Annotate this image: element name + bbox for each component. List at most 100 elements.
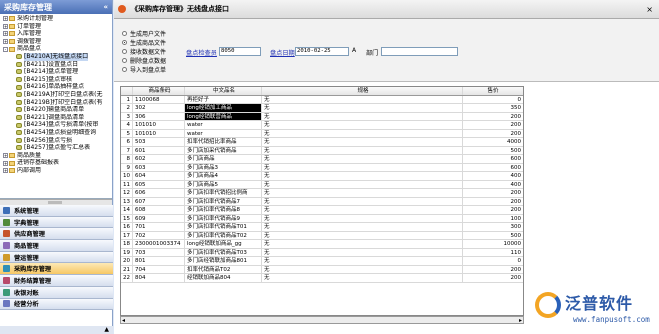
table-cell[interactable]: 多门店商品3 xyxy=(185,163,262,171)
radio-button-icon[interactable] xyxy=(122,67,127,72)
table-cell[interactable]: 20 xyxy=(121,257,133,265)
table-cell[interactable]: 200 xyxy=(463,274,523,282)
tree-leaf-item[interactable]: [B4257]盘点盈亏汇总表 xyxy=(0,144,112,152)
table-cell[interactable]: 500 xyxy=(463,147,523,155)
expand-toggle-icon[interactable]: + xyxy=(3,23,8,29)
table-cell[interactable]: 2300001003374 xyxy=(133,240,185,248)
tree-folder-item[interactable]: + 商品质量 xyxy=(0,152,112,160)
table-cell[interactable]: 604 xyxy=(133,172,185,180)
table-row[interactable]: 21 704 扣率代销商品T02 无 200 xyxy=(121,265,523,274)
table-cell[interactable]: 200 xyxy=(463,198,523,206)
radio-button-icon[interactable] xyxy=(122,31,127,36)
table-cell[interactable]: water xyxy=(185,129,262,137)
table-cell[interactable]: 801 xyxy=(133,257,185,265)
table-cell[interactable]: 再拒好子 xyxy=(185,95,262,103)
product-grid[interactable]: 商品条码 中文品名 规格 售价 1 1100068 再拒好子无 0 2 302 long经销加工商品… xyxy=(120,86,524,316)
table-cell[interactable]: 8 xyxy=(121,155,133,163)
table-cell[interactable]: 无 xyxy=(262,129,463,137)
option-radio[interactable]: 生成用户文件 xyxy=(122,29,166,38)
option-radio[interactable]: 导入到盘点单 xyxy=(122,65,166,74)
table-cell[interactable]: 10000 xyxy=(463,240,523,248)
column-header[interactable] xyxy=(121,87,133,95)
table-cell[interactable]: 21 xyxy=(121,265,133,273)
table-cell[interactable]: 16 xyxy=(121,223,133,231)
menu-button[interactable]: 系统管理 xyxy=(0,205,113,217)
table-cell[interactable]: 无 xyxy=(262,155,463,163)
table-cell[interactable]: 200 xyxy=(463,113,523,121)
table-cell[interactable]: 无 xyxy=(262,240,463,248)
table-cell[interactable]: 无 xyxy=(262,257,463,265)
table-cell[interactable]: 704 xyxy=(133,265,185,273)
table-cell[interactable]: 3 xyxy=(121,112,133,120)
table-cell[interactable]: 500 xyxy=(463,232,523,240)
expand-toggle-icon[interactable]: + xyxy=(3,31,8,37)
tree-leaf-item[interactable]: [B4215]盘点审核 xyxy=(0,76,112,84)
table-cell[interactable]: 701 xyxy=(133,223,185,231)
table-cell[interactable]: 扣率代销招比率商品 xyxy=(185,138,262,146)
table-row[interactable]: 12 606 多门店扣率代销招比例商无 200 xyxy=(121,189,523,198)
date-input[interactable]: 2010-02-25 xyxy=(295,47,349,56)
grid-horizontal-scrollbar[interactable] xyxy=(120,316,524,324)
table-cell[interactable]: 200 xyxy=(463,206,523,214)
table-cell[interactable]: 无 xyxy=(262,231,463,239)
table-cell[interactable]: 608 xyxy=(133,206,185,214)
tree-leaf-item[interactable]: [B4216]单品抽样盘点 xyxy=(0,83,112,91)
table-cell[interactable]: 多门店扣率代销商品T03 xyxy=(185,248,262,256)
menu-button[interactable]: 营运管理 xyxy=(0,251,113,264)
table-cell[interactable]: 300 xyxy=(463,223,523,231)
table-cell[interactable]: 2 xyxy=(121,104,133,112)
table-cell[interactable]: 601 xyxy=(133,146,185,154)
table-cell[interactable]: 1 xyxy=(121,95,133,103)
table-row[interactable]: 10 604 多门店商品4 无 400 xyxy=(121,172,523,181)
option-radio[interactable]: 生成商品文件 xyxy=(122,38,166,47)
tree-leaf-item[interactable]: [B4254]盘点损益明细查询 xyxy=(0,129,112,137)
table-row[interactable]: 13 607 多门店扣率代销商品7 无 200 xyxy=(121,197,523,206)
table-cell[interactable]: 无 xyxy=(262,197,463,205)
table-cell[interactable]: long经销加工商品 xyxy=(185,104,262,112)
tree-leaf-item[interactable]: [B4221]调盘商品清单 xyxy=(0,114,112,122)
table-row[interactable]: 17 702 多门店扣率代销商品T02 无 500 xyxy=(121,231,523,240)
table-cell[interactable]: 101010 xyxy=(133,121,185,129)
table-cell[interactable]: 无 xyxy=(262,180,463,188)
table-cell[interactable]: 100 xyxy=(463,215,523,223)
menu-button[interactable]: 经营分析 xyxy=(0,298,113,311)
dept-input[interactable] xyxy=(381,47,458,56)
tree-leaf-item[interactable]: [B4219B]打印空白盘点表(有 xyxy=(0,99,112,107)
tree-folder-item[interactable]: + 订单管理 xyxy=(0,23,112,31)
menu-scroll-button[interactable]: ▲ xyxy=(0,326,113,334)
radio-button-icon[interactable] xyxy=(122,49,127,54)
table-cell[interactable]: 200 xyxy=(463,121,523,129)
table-cell[interactable]: 无 xyxy=(262,214,463,222)
expand-toggle-icon[interactable]: + xyxy=(3,152,8,158)
table-cell[interactable]: 无 xyxy=(262,265,463,273)
date-picker-button[interactable]: A xyxy=(352,47,360,56)
tree-leaf-item[interactable]: [B4256]盘点亏损 xyxy=(0,137,112,145)
expand-toggle-icon[interactable]: + xyxy=(3,160,8,166)
option-radio[interactable]: 接收数据文件 xyxy=(122,47,166,56)
expand-toggle-icon[interactable]: + xyxy=(3,168,8,174)
table-cell[interactable]: 无 xyxy=(262,189,463,197)
tree-folder-item[interactable]: + 入库管理 xyxy=(0,30,112,38)
table-cell[interactable]: 无 xyxy=(262,95,463,103)
table-row[interactable]: 1 1100068 再拒好子无 0 xyxy=(121,95,523,104)
table-cell[interactable]: 6 xyxy=(121,138,133,146)
table-cell[interactable]: 804 xyxy=(133,274,185,282)
table-cell[interactable]: 5 xyxy=(121,129,133,137)
table-cell[interactable]: 多门店加采代销商品 xyxy=(185,146,262,154)
table-row[interactable]: 19 703 多门店扣率代销商品T03 无 110 xyxy=(121,248,523,257)
table-cell[interactable]: water xyxy=(185,121,262,129)
table-cell[interactable]: 22 xyxy=(121,274,133,282)
column-header[interactable]: 售价 xyxy=(463,87,523,95)
table-cell[interactable]: long经销联加商品_gg xyxy=(185,240,262,248)
table-cell[interactable]: 400 xyxy=(463,181,523,189)
table-cell[interactable]: 0 xyxy=(463,257,523,265)
table-row[interactable]: 8 602 多门店商品无 600 xyxy=(121,155,523,164)
table-row[interactable]: 22 804 经销联加商品804 无 200 xyxy=(121,274,523,283)
table-cell[interactable]: 多门店经销联加商品801 xyxy=(185,257,262,265)
table-row[interactable]: 5 101010 water 无 200 xyxy=(121,129,523,138)
table-cell[interactable]: 无 xyxy=(262,104,463,112)
menu-button[interactable]: 财务结算管理 xyxy=(0,275,113,287)
table-cell[interactable]: long经销联营商品 xyxy=(185,112,262,120)
table-cell[interactable]: 12 xyxy=(121,189,133,197)
tree-leaf-item[interactable]: [B4219A]打印空白盘点表(无 xyxy=(0,91,112,99)
